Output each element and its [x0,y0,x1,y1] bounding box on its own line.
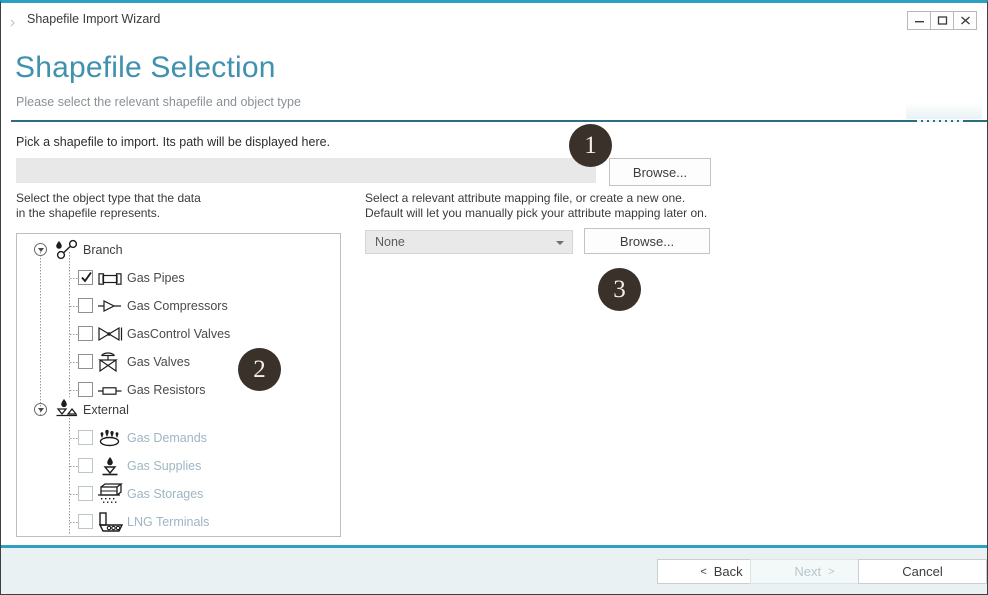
branch-gas-icon [53,239,79,266]
gas-control-valve-icon [96,326,124,347]
mapping-hint-line1: Select a relevant attribute mapping file… [365,191,707,206]
checkbox-gascontrol-valves[interactable] [78,326,93,341]
tree-connector [70,522,78,523]
browse-shapefile-button[interactable]: Browse... [609,158,711,186]
app-icon [10,15,20,25]
expander-external-icon[interactable] [34,403,47,416]
checkbox-gas-supplies[interactable] [78,458,93,473]
checkbox-gas-compressors[interactable] [78,298,93,313]
checkbox-gas-pipes[interactable] [78,270,93,285]
tree-item-gas-valves[interactable]: Gas Valves [17,348,341,376]
checkbox-gas-storages[interactable] [78,486,93,501]
tree-item-gas-compressors[interactable]: Gas Compressors [17,292,341,320]
attribute-mapping-value: None [375,235,405,249]
tree-item-gas-compressors-label: Gas Compressors [127,299,228,313]
tree-item-gas-demands-label: Gas Demands [127,431,207,445]
window-title: Shapefile Import Wizard [27,12,160,26]
page-subtitle: Please select the relevant shapefile and… [16,95,301,109]
gas-compressor-icon [97,299,123,318]
tree-item-gas-pipes-label: Gas Pipes [127,271,185,285]
tree-connector [70,494,78,495]
external-gas-icon [53,397,79,426]
chevron-left-icon: < [700,566,706,578]
annotation-badge-1: 1 [569,124,612,167]
back-button-label: Back [714,564,743,579]
tree-connector [70,306,78,307]
mapping-hint: Select a relevant attribute mapping file… [365,191,707,221]
checkbox-gas-valves[interactable] [78,354,93,369]
object-type-hint-line2: in the shapefile represents. [16,206,201,221]
gas-supply-icon [99,455,121,482]
wizard-window: Shapefile Import Wizard Shapefile Select… [0,0,988,595]
tree-item-gascontrol-valves-label: GasControl Valves [127,327,230,341]
tree-item-lng-terminals-label: LNG Terminals [127,515,209,529]
gas-storage-icon [96,482,124,511]
tree-group-branch[interactable]: Branch [17,236,341,264]
expander-branch-icon[interactable] [34,243,47,256]
annotation-badge-2: 2 [238,348,281,391]
tree-item-gascontrol-valves[interactable]: GasControl Valves [17,320,341,348]
chevron-down-icon [556,241,564,245]
next-button-label: Next [794,564,821,579]
wizard-footer: < Back Next > Cancel [1,545,987,595]
gas-valve-icon [97,351,121,378]
checkbox-lng-terminals[interactable] [78,514,93,529]
pick-shapefile-label: Pick a shapefile to import. Its path wil… [16,135,330,149]
tree-item-gas-valves-label: Gas Valves [127,355,190,369]
tree-item-gas-supplies[interactable]: Gas Supplies [17,452,341,480]
lng-terminal-icon [97,511,125,537]
maximize-button[interactable] [930,11,954,30]
tree-item-gas-supplies-label: Gas Supplies [127,459,201,473]
tree-item-gas-storages-label: Gas Storages [127,487,203,501]
tree-connector [70,390,78,391]
tree-connector [70,466,78,467]
tree-connector [70,278,78,279]
main-content: Pick a shapefile to import. Its path wil… [1,122,987,545]
tree-item-gas-demands[interactable]: Gas Demands [17,424,341,452]
tree-connector [70,438,78,439]
title-bar: Shapefile Import Wizard [1,3,987,36]
close-button[interactable] [953,11,977,30]
attribute-mapping-select[interactable]: None [365,230,573,254]
tree-group-external[interactable]: External [17,396,341,424]
tree-item-gas-storages[interactable]: Gas Storages [17,480,341,508]
tree-connector [70,362,78,363]
checkbox-gas-resistors[interactable] [78,382,93,397]
annotation-badge-3: 3 [598,268,641,311]
tree-connector [70,334,78,335]
tree-item-gas-resistors-label: Gas Resistors [127,383,206,397]
gas-demand-icon [96,429,124,452]
object-type-tree: Branch Gas Pipes [16,233,341,537]
tree-group-external-label: External [83,403,129,417]
page-title: Shapefile Selection [15,51,276,85]
object-type-hint-line1: Select the object type that the data [16,191,201,206]
mapping-hint-line2: Default will let you manually pick your … [365,206,707,221]
checkbox-gas-demands[interactable] [78,430,93,445]
check-icon [80,270,93,285]
chevron-right-icon: > [828,566,834,578]
header-artifact [906,103,982,119]
tree-group-branch-label: Branch [83,243,123,257]
cancel-button[interactable]: Cancel [858,559,987,584]
minimize-button[interactable] [907,11,931,30]
tree-item-gas-pipes[interactable]: Gas Pipes [17,264,341,292]
shapefile-path-input[interactable] [16,158,596,183]
gas-pipe-icon [97,272,123,290]
window-controls [908,11,977,30]
object-type-hint: Select the object type that the data in … [16,191,201,221]
browse-mapping-button[interactable]: Browse... [584,228,710,254]
tree-item-lng-terminals[interactable]: LNG Terminals [17,508,341,536]
page-header: Shapefile Selection Please select the re… [1,36,987,122]
